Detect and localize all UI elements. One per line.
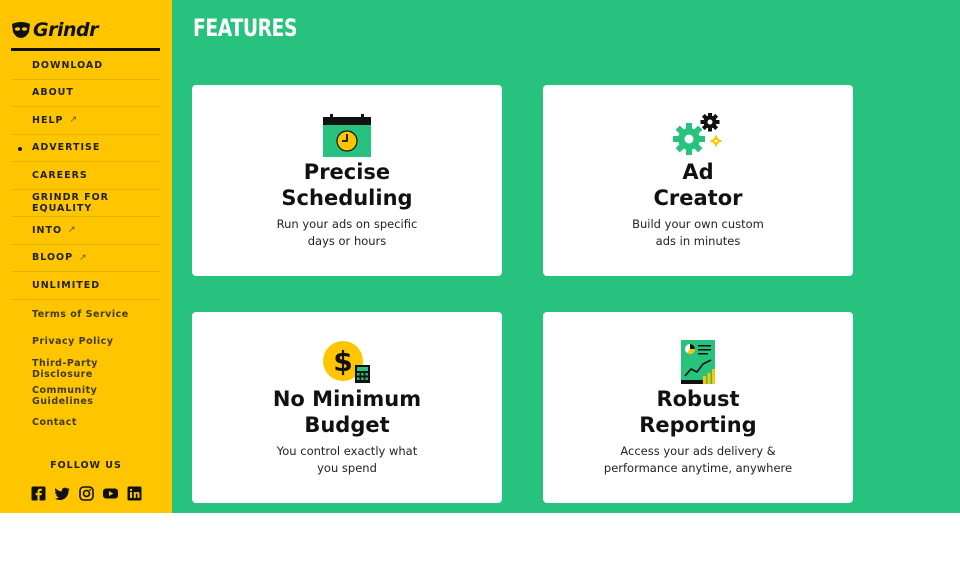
- feature-title-line: No Minimum: [272, 387, 422, 411]
- dollar-calculator-icon: $: [323, 341, 370, 383]
- feature-title-line: Creator: [653, 186, 743, 210]
- feature-description: You control exactly what you spend: [247, 443, 447, 477]
- external-link-icon: ↗: [69, 115, 78, 126]
- twitter-icon[interactable]: [55, 486, 70, 501]
- nav-item-label: CAREERS: [32, 169, 88, 181]
- grindr-logo[interactable]: Grindr: [11, 18, 98, 42]
- nav-item-label: GRINDR FOR EQUALITY: [32, 191, 109, 214]
- feature-card-budget: $ No Minimum Budget You control exactly …: [192, 312, 502, 503]
- nav-item-label: HELP: [32, 114, 64, 126]
- page-title: FEATURES: [193, 14, 298, 42]
- feature-description-line: performance anytime, anywhere: [603, 461, 793, 475]
- nav-item-download[interactable]: DOWNLOAD: [11, 52, 160, 80]
- feature-description-line: Run your ads on specific: [276, 217, 418, 231]
- external-link-icon: ↗: [68, 225, 76, 236]
- nav-item-label: ABOUT: [32, 87, 74, 99]
- social-links: [31, 486, 142, 501]
- nav-item-into[interactable]: INTO ↗: [11, 217, 160, 245]
- link-label: Third-Party Disclosure: [32, 357, 98, 380]
- link-label: Community Guidelines: [32, 384, 98, 407]
- secondary-links: Terms of Service Privacy Policy Third-Pa…: [11, 301, 160, 436]
- active-indicator: [18, 146, 22, 151]
- feature-description-line: Access your ads delivery &: [620, 444, 776, 458]
- nav-item-about[interactable]: ABOUT: [11, 80, 160, 107]
- feature-card-ad-creator: Ad Creator Build your own custom ads in …: [543, 85, 853, 276]
- feature-title-line: Reporting: [639, 413, 757, 437]
- feature-description-line: Build your own custom: [632, 217, 764, 231]
- youtube-icon[interactable]: [103, 486, 118, 501]
- feature-description: Run your ads on specific days or hours: [247, 216, 447, 250]
- feature-title-line: Scheduling: [281, 186, 413, 210]
- feature-title: No Minimum Budget: [192, 386, 502, 438]
- feature-title: Ad Creator: [543, 159, 853, 211]
- link-privacy-policy[interactable]: Privacy Policy: [11, 328, 160, 355]
- gears-icon: [673, 113, 722, 155]
- sidebar: Grindr DOWNLOAD ABOUT HELP ↗ ADVERTISE C…: [0, 0, 172, 513]
- app-frame: Grindr DOWNLOAD ABOUT HELP ↗ ADVERTISE C…: [0, 0, 960, 513]
- nav-item-help[interactable]: HELP ↗: [11, 107, 160, 135]
- facebook-icon[interactable]: [31, 486, 46, 501]
- link-contact[interactable]: Contact: [11, 409, 160, 436]
- linkedin-icon[interactable]: [127, 486, 142, 501]
- link-label: Terms of Service: [32, 309, 129, 320]
- report-chart-icon: [681, 340, 715, 384]
- external-link-icon: ↗: [79, 252, 87, 263]
- feature-description: Access your ads delivery & performance a…: [598, 443, 798, 477]
- follow-us-label: FOLLOW US: [50, 460, 122, 471]
- logo-divider: [11, 48, 160, 51]
- link-terms-of-service[interactable]: Terms of Service: [11, 301, 160, 328]
- nav-item-grindr-for-equality[interactable]: GRINDR FOR EQUALITY: [11, 190, 160, 217]
- feature-title-line: Robust: [656, 387, 740, 411]
- link-community-guidelines[interactable]: Community Guidelines: [11, 382, 160, 409]
- instagram-icon[interactable]: [79, 486, 94, 501]
- feature-card-scheduling: Precise Scheduling Run your ads on speci…: [192, 85, 502, 276]
- feature-description-line: you spend: [317, 461, 377, 475]
- calendar-clock-icon: [323, 114, 371, 157]
- feature-title: Precise Scheduling: [192, 159, 502, 211]
- nav-item-label: ADVERTISE: [32, 142, 101, 154]
- feature-title-line: Budget: [304, 413, 390, 437]
- svg-text:$: $: [333, 345, 352, 378]
- feature-title: Robust Reporting: [543, 386, 853, 438]
- nav-item-label: INTO: [32, 224, 63, 236]
- nav-item-careers[interactable]: CAREERS: [11, 162, 160, 190]
- nav-item-label: BLOOP: [32, 252, 74, 264]
- feature-title-line: Ad: [682, 160, 714, 184]
- feature-description-line: days or hours: [307, 234, 387, 248]
- mask-logo-icon: [12, 22, 30, 38]
- main-nav: DOWNLOAD ABOUT HELP ↗ ADVERTISE CAREERS …: [11, 52, 160, 300]
- link-label: Contact: [32, 417, 77, 428]
- feature-description: Build your own custom ads in minutes: [598, 216, 798, 250]
- feature-description-line: You control exactly what: [276, 444, 418, 458]
- nav-item-label: UNLIMITED: [32, 279, 101, 291]
- link-label: Privacy Policy: [32, 336, 114, 347]
- feature-card-reporting: Robust Reporting Access your ads deliver…: [543, 312, 853, 503]
- nav-item-label: DOWNLOAD: [32, 59, 104, 71]
- feature-title-line: Precise: [303, 160, 391, 184]
- nav-item-bloop[interactable]: BLOOP ↗: [11, 245, 160, 272]
- nav-item-advertise[interactable]: ADVERTISE: [11, 135, 160, 162]
- feature-description-line: ads in minutes: [655, 234, 741, 248]
- link-third-party-disclosure[interactable]: Third-Party Disclosure: [11, 355, 160, 382]
- nav-item-unlimited[interactable]: UNLIMITED: [11, 272, 160, 300]
- logo-wordmark: Grindr: [33, 19, 98, 41]
- features-section: FEATURES Precise Scheduling Run your ads…: [172, 0, 960, 513]
